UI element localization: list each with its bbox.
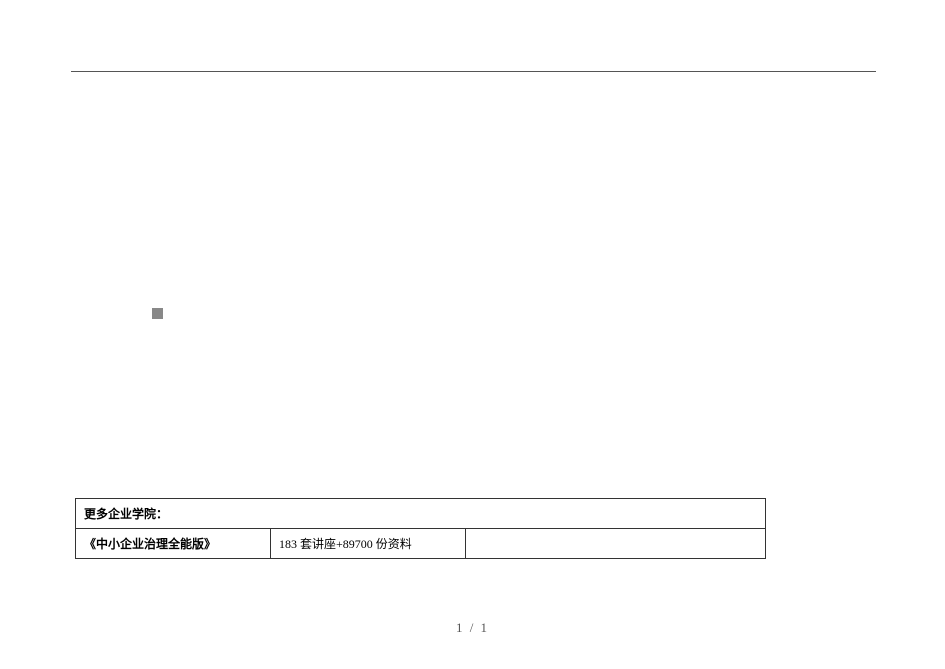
page-number: 1 / 1 [0, 620, 945, 636]
resource-table: 更多企业学院： 《中小企业治理全能版》 183 套讲座+89700 份资料 [75, 498, 766, 559]
table-header-cell: 更多企业学院： [76, 499, 766, 529]
course-extra-cell [466, 529, 766, 559]
header-rule [71, 71, 876, 72]
table-row: 《中小企业治理全能版》 183 套讲座+89700 份资料 [76, 529, 766, 559]
table-header-row: 更多企业学院： [76, 499, 766, 529]
course-detail-cell: 183 套讲座+89700 份资料 [271, 529, 466, 559]
course-title-cell: 《中小企业治理全能版》 [76, 529, 271, 559]
bullet-icon [152, 308, 163, 319]
document-page: 更多企业学院： 《中小企业治理全能版》 183 套讲座+89700 份资料 1 … [0, 0, 945, 669]
